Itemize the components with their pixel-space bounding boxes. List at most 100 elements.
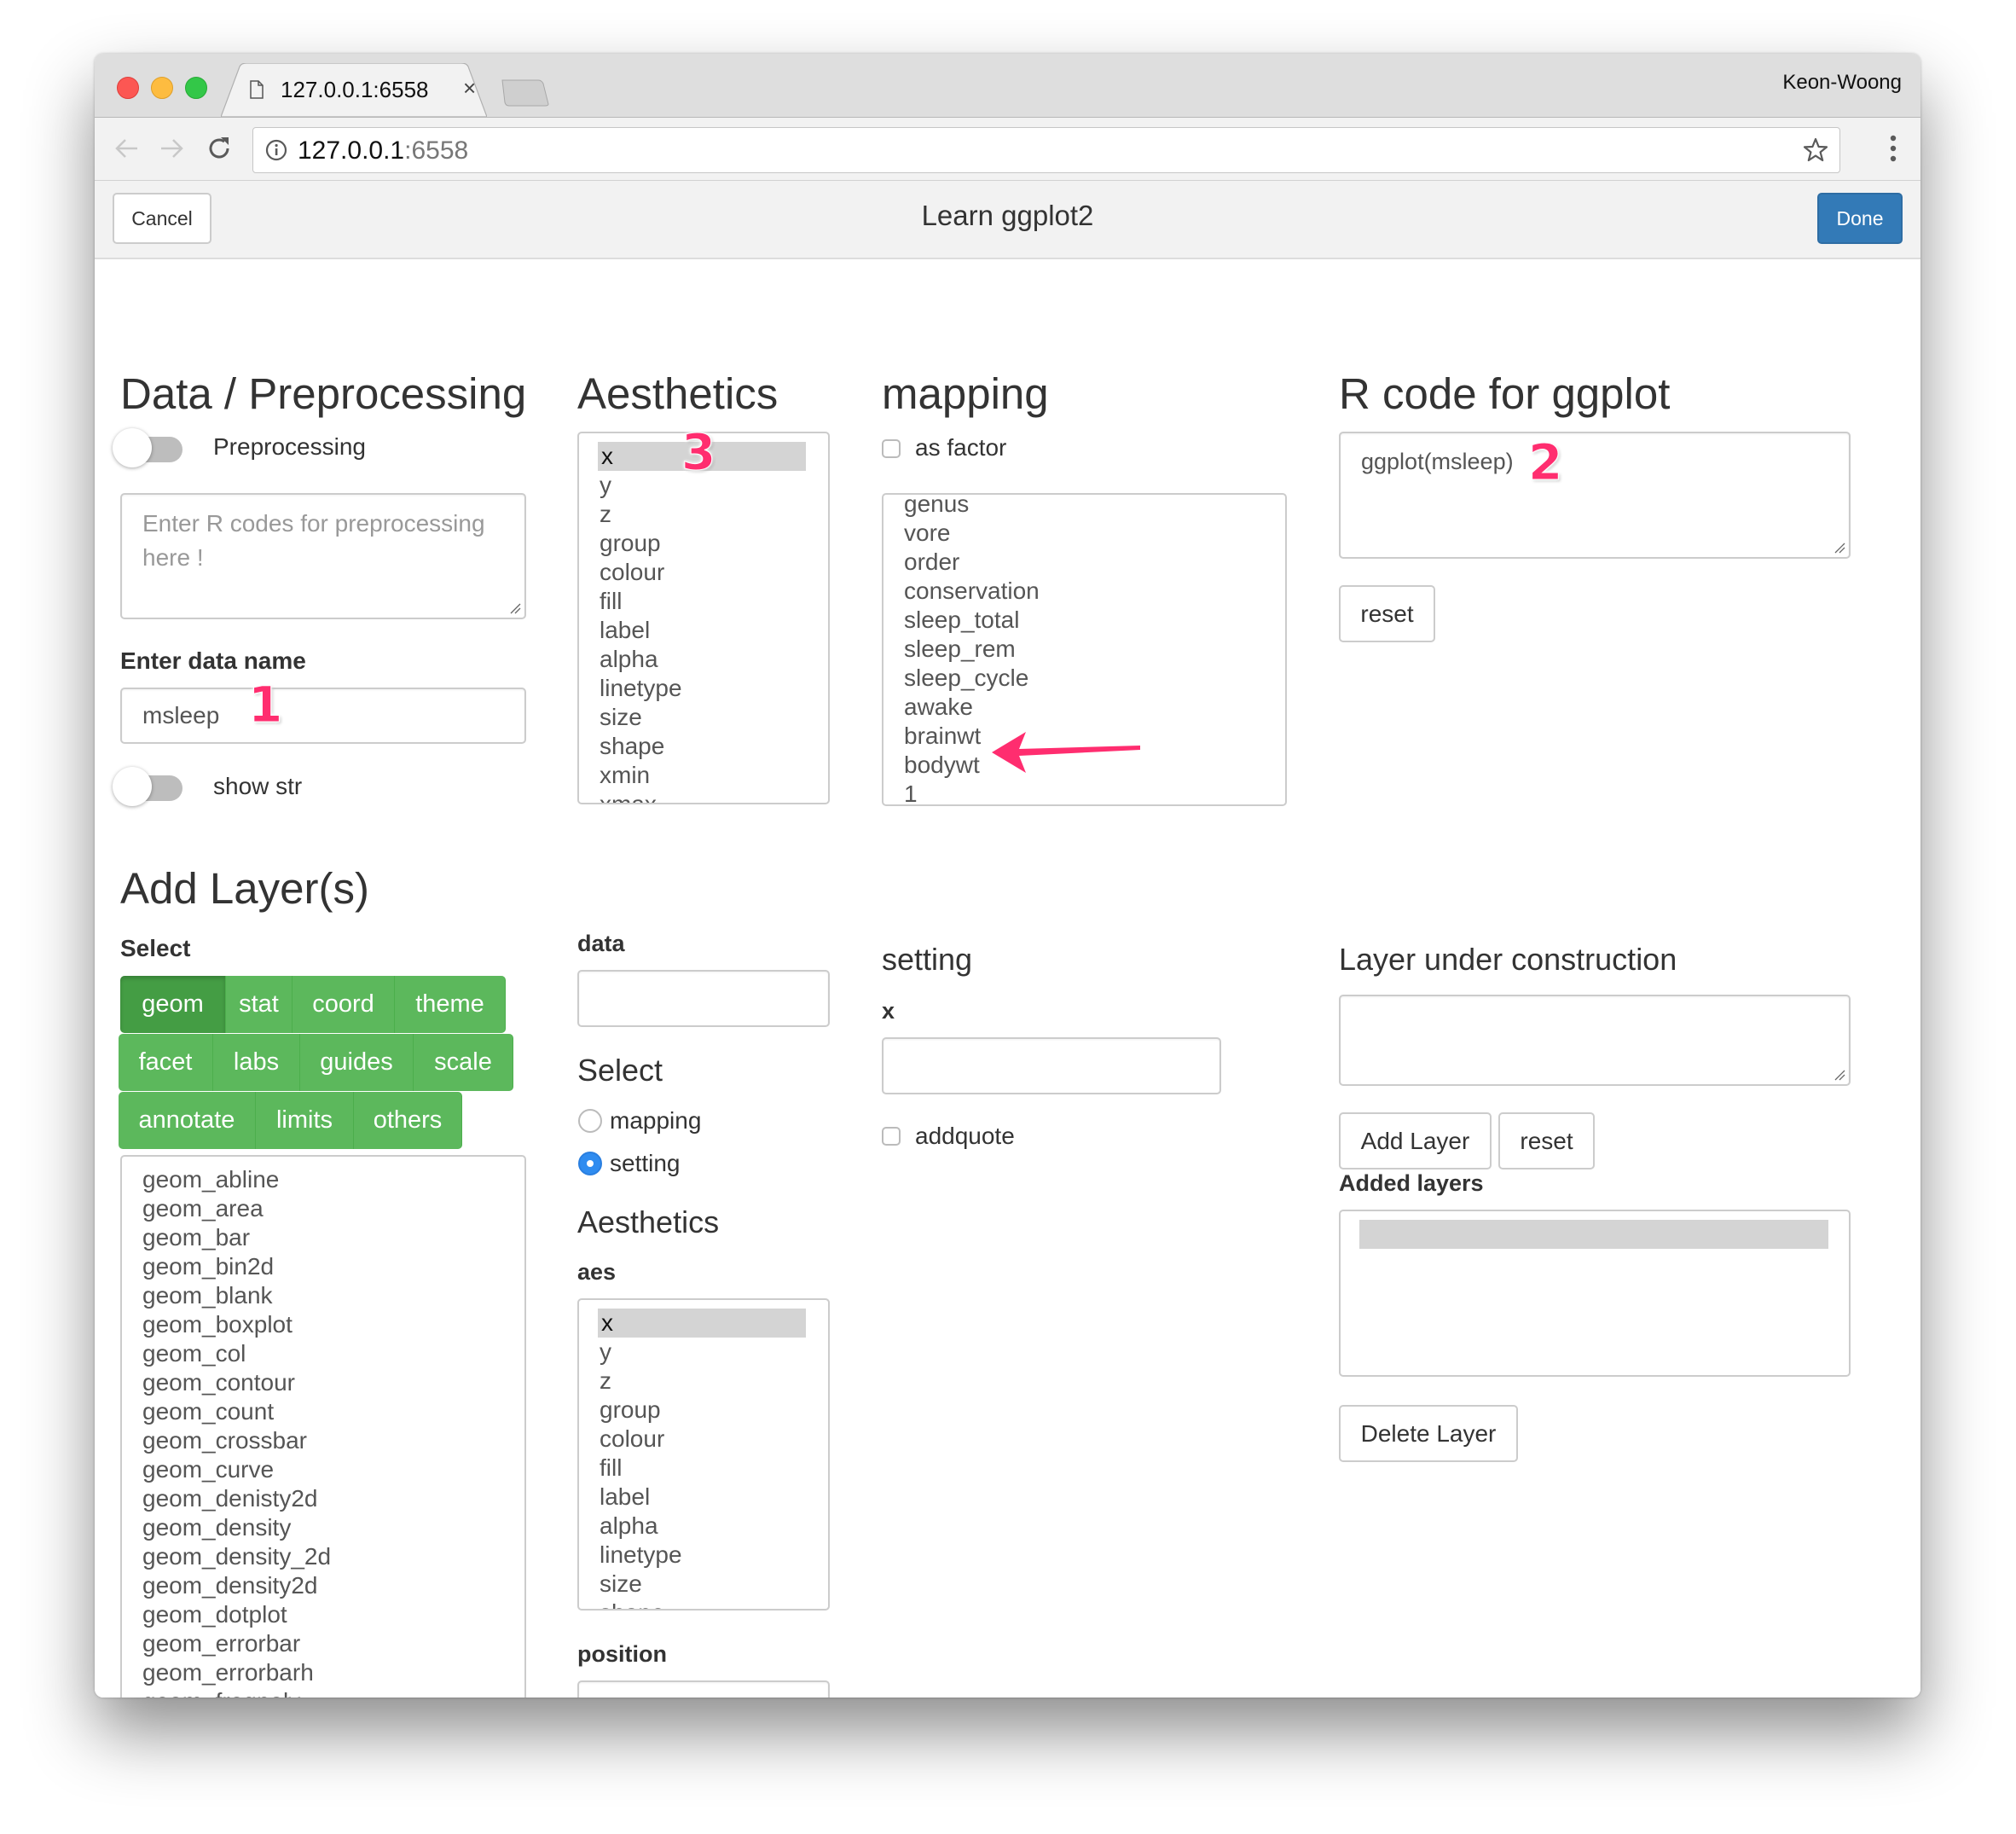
info-icon[interactable]: [265, 139, 287, 161]
category-button-coord[interactable]: coord: [293, 976, 395, 1033]
layer-function-option[interactable]: geom_col: [142, 1339, 246, 1368]
close-window-button[interactable]: [117, 77, 139, 99]
data-name-input[interactable]: msleep: [120, 688, 526, 744]
layer-function-option[interactable]: geom_contour: [142, 1368, 295, 1397]
added-layers-listbox[interactable]: [1339, 1210, 1851, 1377]
done-button[interactable]: Done: [1817, 193, 1903, 244]
category-button-guides[interactable]: guides: [300, 1034, 414, 1091]
resize-grip-icon[interactable]: [1834, 1069, 1845, 1081]
browser-menu-icon[interactable]: [1890, 133, 1897, 164]
layer-aes-option[interactable]: linetype: [600, 1541, 682, 1570]
aesthetic-option[interactable]: alpha: [600, 645, 658, 674]
back-arrow-icon[interactable]: [112, 133, 142, 164]
profile-name[interactable]: Keon-Woong: [1782, 71, 1902, 95]
resize-grip-icon[interactable]: [509, 602, 521, 614]
aesthetic-option[interactable]: label: [600, 616, 650, 645]
category-button-scale[interactable]: scale: [414, 1034, 513, 1091]
layer-function-option[interactable]: geom_count: [142, 1397, 274, 1426]
as-factor-checkbox[interactable]: [882, 439, 901, 458]
layer-function-option[interactable]: geom_crossbar: [142, 1426, 307, 1455]
addquote-checkbox[interactable]: [882, 1127, 901, 1146]
reload-icon[interactable]: [204, 133, 235, 164]
aesthetic-option[interactable]: group: [600, 529, 661, 558]
variable-option[interactable]: conservation: [904, 577, 1040, 606]
variable-option[interactable]: genus: [904, 495, 969, 519]
category-button-annotate[interactable]: annotate: [119, 1092, 256, 1149]
aesthetic-option[interactable]: linetype: [600, 674, 682, 703]
preprocessing-code-textarea[interactable]: Enter R codes for preprocessing here !: [120, 493, 526, 619]
variable-option[interactable]: brainwt: [904, 722, 981, 751]
variable-option[interactable]: bodywt: [904, 751, 980, 780]
layer-function-option[interactable]: geom_abline: [142, 1165, 279, 1194]
aesthetics-listbox[interactable]: x y z group colour fill label alpha linetype size…: [577, 432, 830, 804]
layer-aes-option[interactable]: alpha: [600, 1512, 658, 1541]
category-button-others[interactable]: others: [354, 1092, 462, 1149]
layer-functions-listbox[interactable]: geom_abline geom_area geom_bar geom_bin2d ge…: [120, 1155, 526, 1698]
aesthetic-option[interactable]: shape: [600, 732, 664, 761]
category-button-limits[interactable]: limits: [256, 1092, 354, 1149]
variable-option[interactable]: awake: [904, 693, 973, 722]
delete-layer-button[interactable]: Delete Layer: [1339, 1405, 1518, 1462]
add-layer-button[interactable]: Add Layer: [1339, 1112, 1492, 1169]
layer-reset-button[interactable]: reset: [1498, 1112, 1595, 1169]
layer-function-option[interactable]: geom_area: [142, 1194, 264, 1223]
layer-function-option[interactable]: geom_density2d: [142, 1571, 317, 1600]
address-bar[interactable]: 127.0.0.1:6558: [252, 127, 1840, 173]
radio-mapping[interactable]: [578, 1109, 602, 1133]
rcode-reset-button[interactable]: reset: [1339, 585, 1435, 642]
aesthetic-option[interactable]: fill: [600, 587, 622, 616]
bookmark-star-icon[interactable]: [1802, 136, 1829, 164]
preprocessing-toggle[interactable]: [113, 428, 184, 467]
layer-function-option[interactable]: geom_denisty2d: [142, 1484, 317, 1513]
variable-option[interactable]: 1: [904, 780, 918, 804]
layer-function-option[interactable]: geom_blank: [142, 1281, 273, 1310]
category-button-labs[interactable]: labs: [213, 1034, 300, 1091]
layer-function-option[interactable]: geom_errorbarh: [142, 1658, 314, 1687]
tab-close-icon[interactable]: ×: [463, 75, 476, 102]
aesthetic-option[interactable]: size: [600, 703, 642, 732]
aesthetic-option[interactable]: xmax: [600, 790, 657, 803]
layer-function-option[interactable]: geom_boxplot: [142, 1310, 293, 1339]
minimize-window-button[interactable]: [151, 77, 173, 99]
layer-aes-listbox[interactable]: x y z group colour fill label alpha linetype size…: [577, 1298, 830, 1611]
layer-aes-option[interactable]: shape: [600, 1599, 664, 1609]
rcode-textarea[interactable]: ggplot(msleep): [1339, 432, 1851, 559]
layer-function-option[interactable]: geom_freqpoly: [142, 1687, 300, 1698]
aesthetic-option[interactable]: y: [600, 471, 611, 500]
layer-aes-option[interactable]: colour: [600, 1425, 664, 1454]
variable-option[interactable]: vore: [904, 519, 950, 548]
aesthetic-option[interactable]: z: [600, 500, 611, 529]
layer-function-option[interactable]: geom_bin2d: [142, 1252, 274, 1281]
resize-grip-icon[interactable]: [1834, 542, 1845, 554]
setting-x-input[interactable]: [882, 1037, 1221, 1094]
category-button-theme[interactable]: theme: [395, 976, 506, 1033]
variable-option[interactable]: sleep_rem: [904, 635, 1016, 664]
variable-option[interactable]: sleep_total: [904, 606, 1019, 635]
category-button-geom[interactable]: geom: [120, 976, 226, 1033]
layer-function-option[interactable]: geom_density_2d: [142, 1542, 331, 1571]
layer-aes-option[interactable]: label: [600, 1483, 650, 1512]
layer-function-option[interactable]: geom_dotplot: [142, 1600, 287, 1629]
layer-function-option[interactable]: geom_curve: [142, 1455, 274, 1484]
layer-function-option[interactable]: geom_bar: [142, 1223, 250, 1252]
layer-construction-textarea[interactable]: [1339, 995, 1851, 1086]
variable-option[interactable]: order: [904, 548, 959, 577]
layer-function-option[interactable]: geom_errorbar: [142, 1629, 300, 1658]
layer-data-input[interactable]: [577, 970, 830, 1027]
layer-aes-option[interactable]: x: [598, 1309, 806, 1338]
aesthetic-option[interactable]: colour: [600, 558, 664, 587]
layer-aes-option[interactable]: group: [600, 1396, 661, 1425]
layer-aes-option[interactable]: y: [600, 1338, 611, 1367]
new-tab-button[interactable]: [501, 78, 550, 107]
browser-tab[interactable]: 127.0.0.1:6558 ×: [221, 63, 487, 117]
layer-aes-option[interactable]: size: [600, 1570, 642, 1599]
layer-aes-option[interactable]: z: [600, 1367, 611, 1396]
category-button-stat[interactable]: stat: [226, 976, 293, 1033]
layer-function-option[interactable]: geom_density: [142, 1513, 291, 1542]
aesthetic-option[interactable]: xmin: [600, 761, 650, 790]
forward-arrow-icon[interactable]: [156, 133, 187, 164]
added-layer-item[interactable]: [1359, 1220, 1828, 1249]
variable-option[interactable]: sleep_cycle: [904, 664, 1028, 693]
zoom-window-button[interactable]: [185, 77, 207, 99]
radio-setting[interactable]: [578, 1152, 602, 1175]
